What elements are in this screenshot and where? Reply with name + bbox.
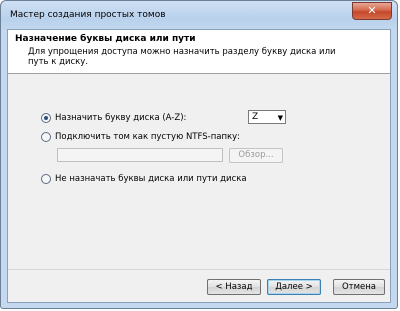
assign-letter-radio[interactable] — [41, 113, 51, 123]
title-bar[interactable]: Мастер создания простых томов ✕ — [1, 1, 397, 31]
no-letter-radio[interactable] — [41, 174, 51, 184]
page-description: Для упрощения доступа можно назначить ра… — [28, 47, 336, 67]
no-letter-option[interactable]: Не назначать буквы диска или пути диска — [41, 174, 247, 184]
cancel-button[interactable]: Отмена — [333, 279, 385, 295]
wizard-window: Мастер создания простых томов ✕ Назначен… — [0, 0, 398, 309]
drive-letter-value: Z — [252, 112, 259, 122]
assign-letter-label: Назначить букву диска (A-Z): — [55, 113, 187, 123]
footer-divider — [8, 269, 390, 270]
assign-letter-option[interactable]: Назначить букву диска (A-Z): — [41, 113, 186, 123]
wizard-header: Назначение буквы диска или пути Для упро… — [8, 30, 390, 74]
browse-button[interactable]: Обзор... — [229, 148, 283, 163]
back-button[interactable]: < Назад — [207, 279, 261, 295]
mount-folder-radio[interactable] — [41, 132, 51, 142]
wizard-client-area: Назначение буквы диска или пути Для упро… — [7, 29, 391, 303]
folder-path-input[interactable] — [57, 148, 223, 162]
mount-folder-label: Подключить том как пустую NTFS-папку: — [55, 132, 241, 142]
drive-letter-select[interactable]: Z ▼ — [248, 110, 286, 124]
window-title: Мастер создания простых томов — [10, 10, 166, 20]
page-title: Назначение буквы диска или пути — [15, 34, 196, 44]
mount-folder-option[interactable]: Подключить том как пустую NTFS-папку: — [41, 132, 240, 142]
chevron-down-icon: ▼ — [277, 114, 283, 122]
next-button[interactable]: Далее > — [267, 279, 321, 295]
close-icon: ✕ — [367, 4, 377, 17]
close-button[interactable]: ✕ — [352, 2, 392, 20]
no-letter-label: Не назначать буквы диска или пути диска — [55, 174, 247, 184]
